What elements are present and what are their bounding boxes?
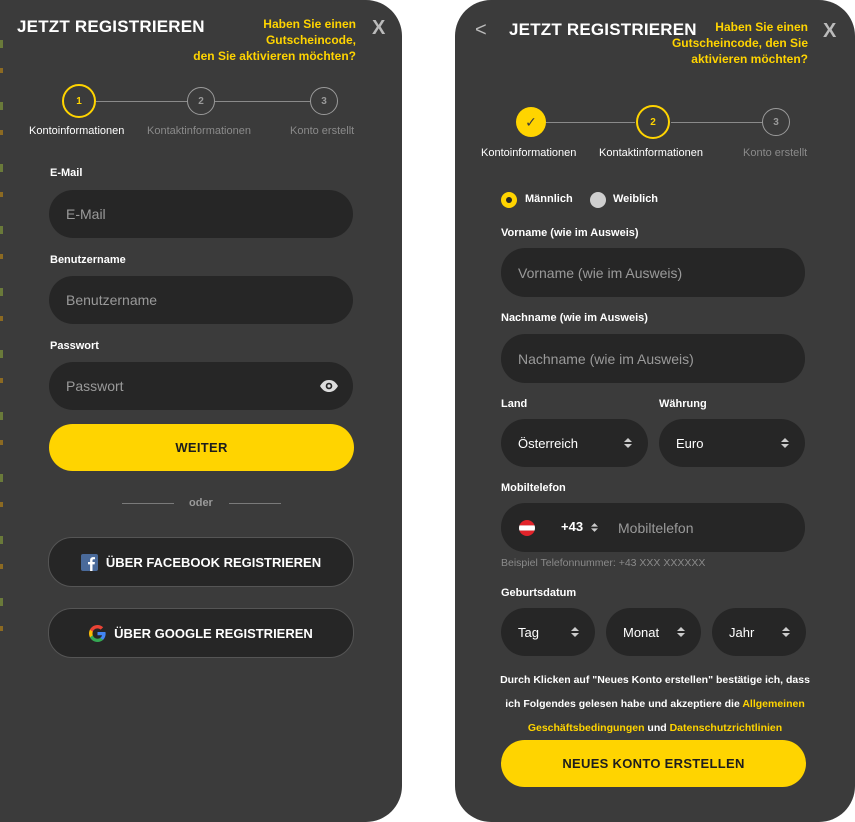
- voucher-link[interactable]: Haben Sie einen Gutscheincode, den Sie a…: [180, 16, 356, 64]
- step-2-label: Kontaktinformationen: [147, 125, 251, 137]
- step-3-circle: 3: [310, 87, 338, 115]
- updown-icon: [677, 627, 685, 637]
- panel-title: JETZT REGISTRIEREN: [17, 17, 205, 36]
- privacy-link[interactable]: Datenschutzrichtlinien: [670, 722, 783, 734]
- country-select[interactable]: Österreich: [501, 419, 648, 467]
- month-value: Monat: [623, 624, 660, 640]
- firstname-label: Vorname (wie im Ausweis): [501, 227, 639, 239]
- password-label: Passwort: [50, 340, 99, 352]
- create-account-button[interactable]: NEUES KONTO ERSTELLEN: [501, 740, 806, 787]
- step-connector: [545, 122, 635, 123]
- facebook-button-label: ÜBER FACEBOOK REGISTRIEREN: [105, 554, 322, 570]
- terms-text: Durch Klicken auf "Neues Konto erstellen…: [500, 674, 810, 734]
- currency-value: Euro: [676, 435, 704, 451]
- dial-code[interactable]: +43: [561, 519, 583, 534]
- birthdate-label: Geburtsdatum: [501, 587, 577, 599]
- facebook-register-button[interactable]: ÜBER FACEBOOK REGISTRIEREN: [48, 537, 354, 587]
- month-select[interactable]: Monat: [606, 608, 701, 656]
- currency-label: Währung: [659, 398, 707, 410]
- password-input[interactable]: [49, 362, 353, 410]
- username-input[interactable]: [49, 276, 353, 324]
- country-value: Österreich: [518, 435, 578, 451]
- eye-icon[interactable]: [319, 378, 339, 394]
- checkmark-icon: ✓: [516, 107, 546, 137]
- step-connector: [96, 101, 188, 102]
- updown-icon: [781, 438, 789, 448]
- step-2-circle: 2: [636, 105, 670, 139]
- voucher-link[interactable]: Haben Sie einen Gutscheincode, den Sie a…: [660, 19, 808, 67]
- username-label: Benutzername: [50, 254, 126, 266]
- close-icon[interactable]: X: [823, 21, 836, 41]
- email-input[interactable]: [49, 190, 353, 238]
- facebook-icon: [80, 553, 98, 571]
- next-button[interactable]: WEITER: [49, 424, 354, 471]
- updown-icon: [624, 438, 632, 448]
- day-value: Tag: [518, 624, 539, 640]
- updown-icon: [571, 627, 579, 637]
- updown-icon: [591, 523, 598, 532]
- step-3-circle: 3: [762, 108, 790, 136]
- step-1-label: Kontoinformationen: [481, 147, 577, 159]
- background-edge: [0, 40, 3, 660]
- mobile-field: +43: [501, 503, 805, 552]
- google-register-button[interactable]: ÜBER GOOGLE REGISTRIEREN: [48, 608, 354, 658]
- gender-male-label: Männlich: [525, 193, 573, 205]
- country-label: Land: [501, 398, 528, 410]
- step-1-label: Kontoinformationen: [29, 125, 125, 137]
- year-value: Jahr: [729, 624, 755, 640]
- step-connector: [215, 101, 310, 102]
- google-button-label: ÜBER GOOGLE REGISTRIEREN: [114, 625, 313, 641]
- austria-flag-icon: [519, 520, 535, 536]
- currency-select[interactable]: Euro: [659, 419, 805, 467]
- step-1-circle: 1: [62, 84, 96, 118]
- step-2-circle: 2: [187, 87, 215, 115]
- step-connector: [671, 122, 763, 123]
- gender-female-radio[interactable]: [590, 192, 606, 208]
- lastname-label: Nachname (wie im Ausweis): [501, 312, 648, 324]
- mobile-input[interactable]: [601, 503, 805, 552]
- divider-line: [229, 503, 281, 504]
- divider-line: [122, 503, 174, 504]
- step-2-label: Kontaktinformationen: [599, 147, 703, 159]
- day-select[interactable]: Tag: [501, 608, 595, 656]
- google-icon: [89, 624, 106, 642]
- close-icon[interactable]: X: [372, 18, 385, 38]
- updown-icon: [782, 627, 790, 637]
- phone-example: Beispiel Telefonnummer: +43 XXX XXXXXX: [501, 557, 706, 569]
- gender-male-radio[interactable]: [501, 192, 517, 208]
- back-icon[interactable]: <: [475, 20, 487, 40]
- registration-panel-step1: JETZT REGISTRIEREN Haben Sie einen Gutsc…: [0, 0, 402, 822]
- gender-female-label: Weiblich: [613, 193, 659, 205]
- or-text: oder: [189, 497, 213, 509]
- email-label: E-Mail: [50, 167, 83, 179]
- step-3-label: Konto erstellt: [743, 147, 808, 159]
- lastname-input[interactable]: [501, 334, 805, 383]
- mobile-label: Mobiltelefon: [501, 482, 566, 494]
- step-3-label: Konto erstellt: [290, 125, 355, 137]
- firstname-input[interactable]: [501, 248, 805, 297]
- year-select[interactable]: Jahr: [712, 608, 806, 656]
